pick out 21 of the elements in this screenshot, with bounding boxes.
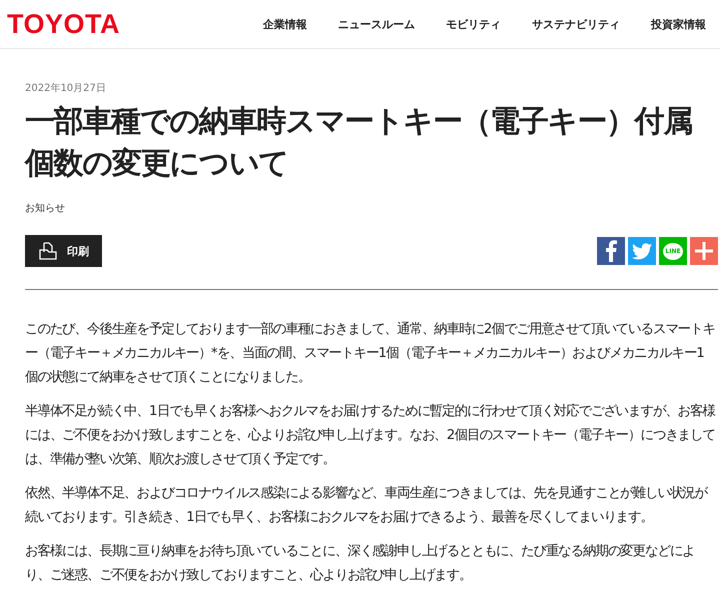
print-button[interactable]: 印刷: [25, 235, 102, 267]
share-button[interactable]: [628, 237, 656, 265]
nav-link[interactable]: モビリティ: [446, 16, 501, 32]
nav-link[interactable]: 企業情報: [263, 16, 307, 32]
nav-link[interactable]: サステナビリティ: [532, 16, 620, 32]
publish-date: 2022年10月27日: [25, 82, 107, 95]
facebook-icon: [604, 240, 618, 262]
category-link[interactable]: お知らせ: [25, 201, 715, 215]
toyota-logo[interactable]: TOYOTA: [7, 8, 120, 40]
plus-icon: [695, 242, 713, 260]
nav-link[interactable]: ニュースルーム: [338, 16, 415, 32]
article-title: 一部車種での納車時スマートキー（電子キー）付属個数の変更について: [25, 103, 694, 183]
bird-icon: [632, 242, 652, 260]
nav-link[interactable]: 投資家情報: [651, 16, 706, 32]
body-paragraph: 依然、半導体不足、およびコロナウイルス感染による影響など、車両生産につきましては、先を見通すことが難しい状況が続いております。引き続き、1日でも早く、お客様におクルマをお届けできるよう、最善を尽くしてまいります。: [25, 484, 709, 527]
document-icon: [39, 242, 57, 260]
share-button[interactable]: [597, 237, 625, 265]
body-paragraph: お客様には、長期に亘り納車をお待ち頂いていることに、深く感謝申し上げるとともに、たび重なる納期の変更などにより、ご迷惑、ご不便をおかけ致しておりますこと、心よりお詫び申し上げます。: [25, 542, 696, 585]
body-paragraph: 半導体不足が続く中、1日でも早くお客様へおクルマをお届けするために暫定的に行わせて頂く対応でございますが、お客様には、ご不便をおかけ致しますことを、心よりお詫び申し上げます。なお、2個目のスマートキー（電子キー）につきましては、準備が整い次第、順次お渡しさせて頂く予定です。: [25, 402, 715, 469]
body-paragraph: このたび、今後生産を予定しております一部の車種におきまして、通常、納車時に2個でご用意させて頂いているスマートキー（電子キー＋メカニカルキー）*を、当面の間、スマートキー1個（電子キー＋メカニカルキー）およびメカニカルキー1個の状態にて納車をさせて頂くことになりました。: [25, 320, 715, 387]
share-button[interactable]: [690, 237, 718, 265]
